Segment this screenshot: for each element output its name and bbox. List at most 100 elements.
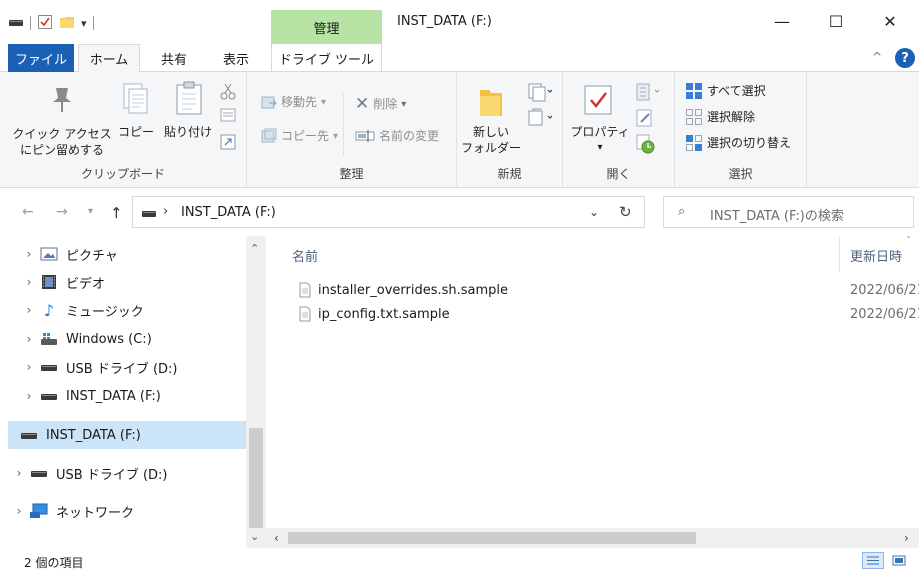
copy-to-dropdown-icon: ▾ xyxy=(333,130,339,142)
nav-item-windows-c[interactable]: › Windows (C:) xyxy=(20,325,152,353)
nav-vertical-scrollbar[interactable]: ⌃ ⌄ xyxy=(246,236,266,548)
breadcrumb-current[interactable]: INST_DATA (F:) xyxy=(181,205,276,220)
back-icon[interactable]: ← xyxy=(22,204,34,220)
nav-item-pictures[interactable]: › ピクチャ xyxy=(20,240,118,268)
nav-item-usb-d[interactable]: › USB ドライブ (D:) xyxy=(20,353,178,381)
nav-item-music[interactable]: › ♪ ミュージック xyxy=(20,296,144,324)
file-date: 2022/06/21 xyxy=(850,306,919,322)
collapse-ribbon-icon[interactable]: ^ xyxy=(872,50,882,64)
select-all-button[interactable]: すべて選択 xyxy=(685,82,766,100)
select-none-button[interactable]: 選択解除 xyxy=(685,108,755,126)
nav-item-inst-data-f-root[interactable]: INST_DATA (F:) xyxy=(8,421,246,449)
file-row[interactable]: ip_config.txt.sample 2022/06/21 xyxy=(294,302,919,326)
cut-icon[interactable] xyxy=(220,82,236,103)
paste-icon[interactable] xyxy=(174,80,204,119)
invert-selection-icon xyxy=(686,135,702,151)
new-folder-button[interactable]: 新しい フォルダー xyxy=(461,124,521,156)
expand-chevron-icon[interactable]: › xyxy=(20,332,38,346)
move-to-label: 移動先 xyxy=(281,95,318,109)
delete-button[interactable]: ✕ 削除 ▾ xyxy=(355,94,406,114)
easy-access-icon[interactable] xyxy=(527,108,553,131)
refresh-icon[interactable]: ↻ xyxy=(619,203,632,221)
scroll-right-icon[interactable]: › xyxy=(904,531,909,545)
select-all-icon xyxy=(686,83,702,99)
paste-button[interactable]: 貼り付け xyxy=(160,124,216,140)
search-box[interactable]: ⌕ INST_DATA (F:)の検索 xyxy=(663,196,914,228)
address-dropdown-icon[interactable]: ⌄ xyxy=(589,205,599,219)
new-folder-small-icon[interactable] xyxy=(59,14,75,33)
maximize-button[interactable]: ☐ xyxy=(813,6,859,36)
manage-context-header: 管理 xyxy=(271,10,382,44)
file-row[interactable]: installer_overrides.sh.sample 2022/06/21 xyxy=(294,278,919,302)
nav-scroll-thumb[interactable] xyxy=(249,428,263,528)
new-item-icon[interactable] xyxy=(527,82,553,105)
scroll-left-icon[interactable]: ‹ xyxy=(274,531,279,545)
pin-quick-access-button[interactable]: クイック アクセス にピン留めする xyxy=(12,126,112,158)
close-button[interactable]: ✕ xyxy=(867,6,913,36)
address-row: ← → ▾ ↑ › INST_DATA (F:) ⌄ ↻ ⌕ INST_DATA… xyxy=(0,190,919,236)
drive-small-icon[interactable] xyxy=(8,16,24,31)
tab-file[interactable]: ファイル xyxy=(8,44,74,72)
up-icon[interactable]: ↑ xyxy=(110,204,123,222)
copy-path-icon[interactable] xyxy=(220,108,236,125)
drive-icon xyxy=(28,465,50,481)
details-view-icon[interactable] xyxy=(862,552,884,569)
properties-label: プロパティ xyxy=(570,125,630,139)
column-header-date[interactable]: 更新日時 xyxy=(850,246,902,265)
expand-chevron-icon[interactable]: › xyxy=(20,275,38,289)
copy-to-button[interactable]: コピー先 ▾ xyxy=(261,128,338,144)
drive-address-icon xyxy=(141,208,157,222)
breadcrumb-separator-icon[interactable]: › xyxy=(163,204,168,219)
move-to-button[interactable]: 移動先 ▾ xyxy=(261,94,326,110)
tab-share[interactable]: 共有 xyxy=(152,44,196,72)
large-icons-view-icon[interactable] xyxy=(888,552,910,569)
properties-dropdown-icon: ▾ xyxy=(597,142,603,153)
pin-icon[interactable] xyxy=(48,84,76,117)
nav-item-videos[interactable]: › ビデオ xyxy=(20,268,105,296)
address-bar[interactable]: › INST_DATA (F:) ⌄ ↻ xyxy=(132,196,645,228)
invert-selection-button[interactable]: 選択の切り替え xyxy=(685,134,791,152)
expand-chevron-icon[interactable]: › xyxy=(20,360,38,374)
expand-chevron-icon[interactable]: › xyxy=(10,504,28,518)
pictures-icon xyxy=(38,246,60,262)
expand-chevron-icon[interactable]: › xyxy=(20,247,38,261)
status-bar: 2 個の項目 xyxy=(0,548,919,572)
move-to-dropdown-icon: ▾ xyxy=(321,96,327,108)
tab-view[interactable]: 表示 xyxy=(214,44,258,72)
properties-check-icon[interactable] xyxy=(37,14,53,33)
recent-locations-icon[interactable]: ▾ xyxy=(88,206,93,217)
edit-icon[interactable] xyxy=(635,108,655,131)
rename-button[interactable]: 名前の変更 xyxy=(355,128,439,144)
expand-chevron-icon[interactable]: › xyxy=(20,303,38,317)
expand-chevron-icon[interactable]: › xyxy=(10,466,28,480)
nav-item-network[interactable]: › ネットワーク xyxy=(10,497,134,525)
paste-shortcut-icon[interactable] xyxy=(220,134,236,153)
history-icon[interactable] xyxy=(635,134,655,157)
column-header-name[interactable]: 名前 xyxy=(292,246,318,265)
qat-separator xyxy=(92,16,94,30)
expand-chevron-icon[interactable]: › xyxy=(20,389,38,403)
tab-home[interactable]: ホーム xyxy=(78,44,140,73)
qat-dropdown-icon[interactable]: ▾ xyxy=(81,17,87,30)
new-folder-icon[interactable] xyxy=(477,86,505,121)
column-divider[interactable] xyxy=(839,236,840,272)
nav-item-inst-data-f[interactable]: › INST_DATA (F:) xyxy=(20,382,161,410)
tab-drive-tools[interactable]: ドライブ ツール xyxy=(271,44,382,72)
properties-icon[interactable] xyxy=(583,84,613,121)
select-group-label: 選択 xyxy=(728,167,753,181)
file-horizontal-scrollbar[interactable]: ‹ › xyxy=(266,528,919,548)
nav-item-usb-d-root[interactable]: › USB ドライブ (D:) xyxy=(10,459,168,487)
scroll-down-icon[interactable]: ⌄ xyxy=(250,530,259,543)
forward-icon[interactable]: → xyxy=(56,204,68,220)
copy-icon[interactable] xyxy=(120,82,150,119)
minimize-button[interactable]: — xyxy=(759,6,805,36)
drive-icon xyxy=(38,359,60,375)
scroll-up-icon[interactable]: ⌃ xyxy=(250,242,259,255)
file-name: installer_overrides.sh.sample xyxy=(318,282,509,298)
copy-button[interactable]: コピー xyxy=(116,124,156,140)
help-icon[interactable]: ? xyxy=(895,48,915,68)
file-scroll-thumb[interactable] xyxy=(288,532,696,544)
open-icon[interactable] xyxy=(635,82,663,105)
properties-button[interactable]: プロパティ ▾ xyxy=(567,124,633,156)
organize-separator xyxy=(343,94,344,156)
